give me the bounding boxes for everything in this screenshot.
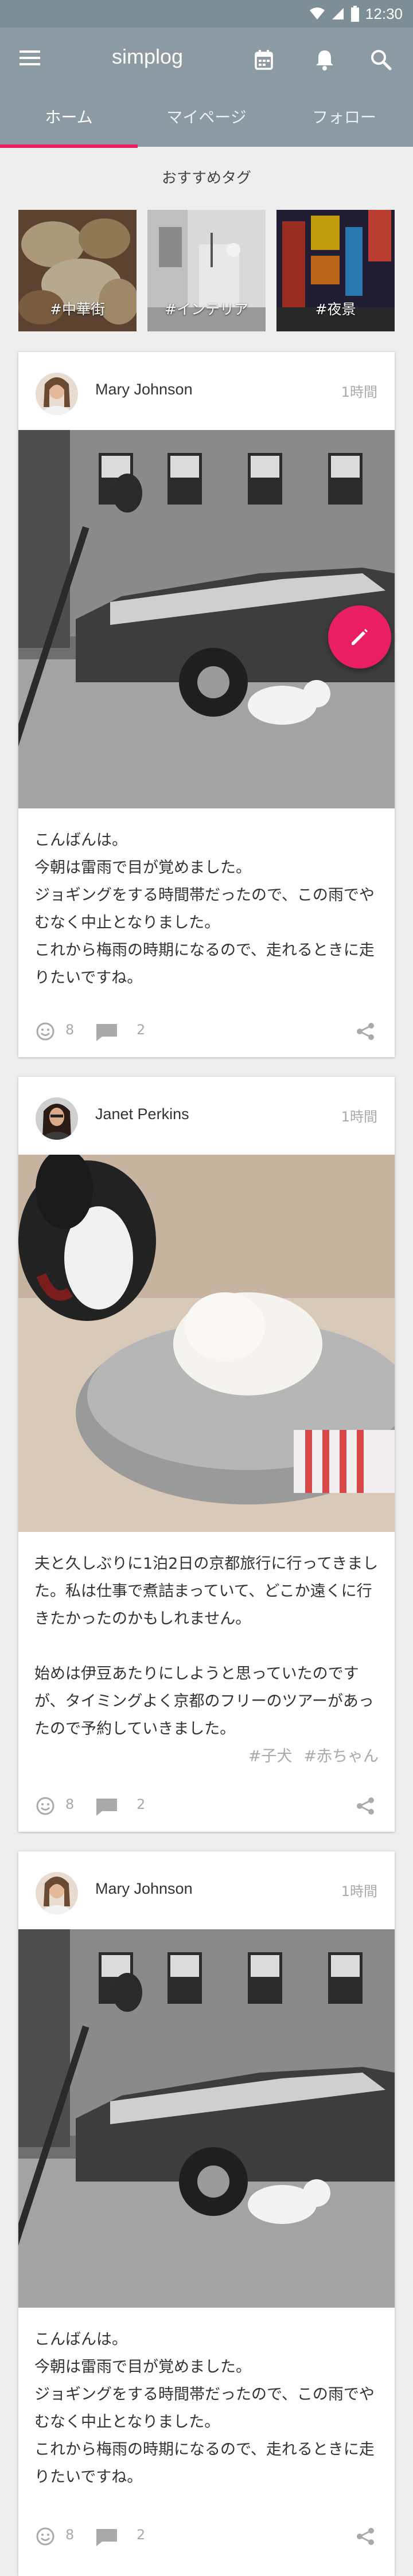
post-text: こんばんは。 今朝は雷雨で目が覚めました。 ジョギングをする時間帯だったので、こ…: [34, 2331, 375, 2486]
tag-tile-chinatown[interactable]: #中華街: [18, 210, 137, 331]
post-actions: 8 2: [18, 2505, 395, 2562]
like-count: 8: [65, 2527, 75, 2543]
post-time: 1時間: [341, 384, 377, 400]
comment-count: 2: [137, 1022, 146, 1038]
tab-bar: ホーム マイページ フォロー: [0, 92, 413, 147]
tab-home[interactable]: ホーム: [0, 92, 138, 147]
calendar-icon[interactable]: [251, 47, 276, 72]
comment-icon[interactable]: [95, 1797, 118, 1817]
status-time: 12:30: [365, 5, 403, 22]
share-icon[interactable]: [356, 1796, 375, 1816]
comment-icon[interactable]: [95, 1023, 118, 1042]
post-text: 始めは伊豆あたりにしようと思っていたのですが、タイミングよく京都のフリーのツアー…: [34, 1665, 374, 1738]
tag-label: #インテリア: [165, 301, 248, 318]
post-body: こんばんは。 今朝は雷雨で目が覚めました。 ジョギングをする時間帯だったので、こ…: [18, 2308, 395, 2491]
author-name[interactable]: Mary Johnson: [95, 1880, 193, 1898]
post-tag[interactable]: #子犬: [248, 1748, 293, 1765]
comment-icon[interactable]: [95, 2528, 118, 2547]
post-body: 夫と久しぶりに1泊2日の京都旅行に行ってきました。私は仕事で煮詰まっていて、どこ…: [18, 1532, 395, 1743]
app-title: simplog: [112, 45, 184, 68]
tag-label: #中華街: [50, 301, 105, 318]
post-tag[interactable]: #赤ちゃん: [303, 1748, 379, 1765]
post-tags: #子犬 #赤ちゃん: [18, 1743, 395, 1770]
avatar[interactable]: [36, 1872, 78, 1914]
tab-follow[interactable]: フォロー: [275, 92, 413, 147]
comment-count: 2: [137, 2527, 146, 2543]
post-actions: 8 2: [18, 1774, 395, 1832]
avatar[interactable]: [36, 373, 78, 415]
edit-fab-button[interactable]: [328, 605, 391, 669]
smile-icon[interactable]: [36, 2527, 55, 2546]
post-actions: 8 2: [18, 1000, 395, 1057]
status-bar: 12:30: [0, 0, 413, 28]
post-photo[interactable]: [18, 1155, 395, 1532]
battery-icon: [350, 6, 359, 22]
post-card: Mary Johnson 1時間 こんばんは。 今朝は雷雨で目が覚めました。 ジ…: [18, 352, 395, 1057]
post-header: Mary Johnson 1時間: [18, 352, 395, 430]
tag-tile-nightview[interactable]: #夜景: [276, 210, 395, 331]
recommended-tags-title: おすすめタグ: [161, 170, 251, 187]
tab-mypage[interactable]: マイページ: [138, 92, 275, 147]
status-icons: 12:30: [309, 5, 403, 23]
post-photo[interactable]: [18, 1929, 395, 2308]
author-name[interactable]: Janet Perkins: [95, 1105, 189, 1123]
post-text: こんばんは。 今朝は雷雨で目が覚めました。 ジョギングをする時間帯だったので、こ…: [34, 831, 375, 987]
post-card: Mary Johnson 1時間 こんばんは。 今朝は雷雨で目が覚めました。 ジ…: [18, 1851, 395, 2576]
menu-icon[interactable]: [20, 50, 42, 69]
active-tab-indicator: [0, 144, 138, 148]
author-name[interactable]: Mary Johnson: [95, 381, 193, 398]
share-icon[interactable]: [356, 1022, 375, 1041]
like-count: 8: [65, 1796, 75, 1812]
smile-icon[interactable]: [36, 1796, 55, 1816]
like-count: 8: [65, 1022, 75, 1038]
post-time: 1時間: [341, 1109, 377, 1125]
tag-tile-interior[interactable]: #インテリア: [147, 210, 266, 331]
avatar[interactable]: [36, 1097, 78, 1140]
search-icon[interactable]: [368, 47, 393, 72]
post-text: 夫と久しぶりに1泊2日の京都旅行に行ってきました。私は仕事で煮詰まっていて、どこ…: [34, 1555, 379, 1628]
post-body: こんばんは。 今朝は雷雨で目が覚めました。 ジョギングをする時間帯だったので、こ…: [18, 808, 395, 992]
post-card: Janet Perkins 1時間 夫と久しぶりに1泊2日の京都旅行に行ってきま…: [18, 1077, 395, 1832]
bell-icon[interactable]: [312, 47, 337, 72]
wifi-icon: [309, 7, 325, 19]
post-time: 1時間: [341, 1883, 377, 1899]
pencil-icon: [352, 629, 368, 645]
smile-icon[interactable]: [36, 1022, 55, 1041]
signal-icon: [332, 8, 344, 19]
tag-label: #夜景: [315, 301, 356, 318]
post-header: Mary Johnson 1時間: [18, 1851, 395, 1929]
post-header: Janet Perkins 1時間: [18, 1077, 395, 1155]
app-bar: simplog: [0, 28, 413, 92]
comment-count: 2: [137, 1796, 146, 1812]
share-icon[interactable]: [356, 2527, 375, 2546]
